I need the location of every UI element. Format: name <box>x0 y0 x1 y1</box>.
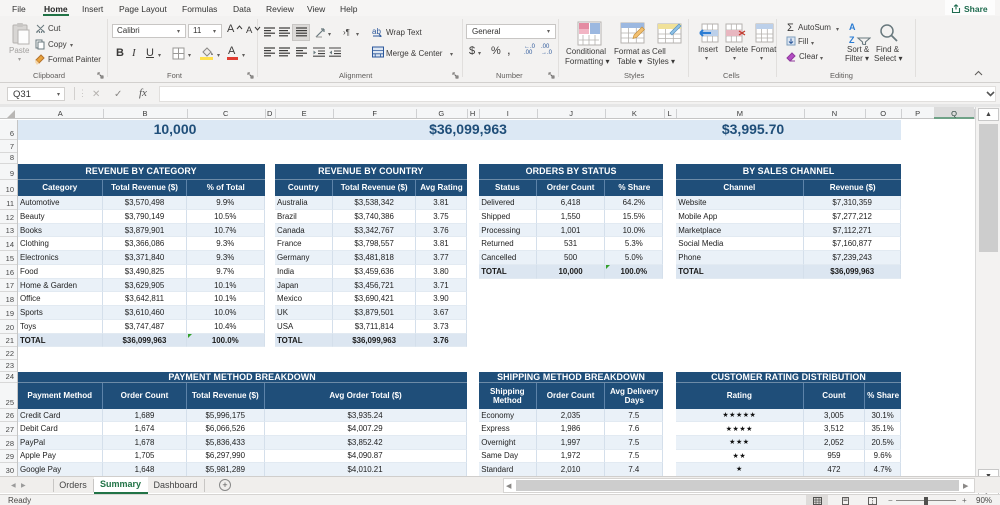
svg-text:Z: Z <box>849 35 855 45</box>
svg-text:A: A <box>849 22 856 32</box>
